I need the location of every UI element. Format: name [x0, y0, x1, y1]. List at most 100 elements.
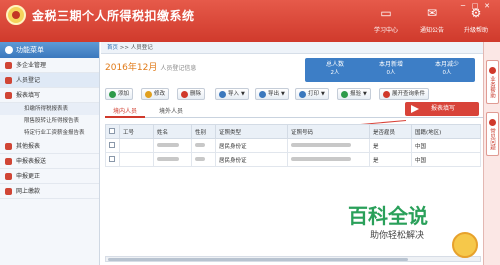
delete-button[interactable]: 删除 — [177, 88, 206, 100]
row-checkbox[interactable] — [109, 141, 115, 148]
verify-button[interactable]: 报验 ▼ — [337, 88, 371, 100]
row-select-cell[interactable] — [105, 152, 120, 167]
app-title: 金税三期个人所得税扣缴系统 — [32, 9, 195, 23]
sidebar-item-personnel[interactable]: 人员登记 — [0, 73, 99, 88]
sidebar-header: 功能菜单 — [0, 42, 99, 58]
learning-center-button[interactable]: ▭ 学习中心 — [366, 5, 406, 39]
window-controls: ─ □ ✕ — [456, 2, 496, 10]
plus-icon — [383, 91, 390, 98]
col-header[interactable]: 国籍(地区) — [411, 124, 481, 139]
select-all-cell[interactable] — [105, 124, 120, 139]
faq-tab[interactable]: 常见问题 — [486, 112, 499, 156]
expand-query-button[interactable]: 展开查询条件 — [379, 88, 430, 100]
breadcrumb-home[interactable]: 首页 — [107, 45, 118, 51]
tax-logo-icon — [6, 5, 26, 25]
mascot-icon — [452, 232, 478, 258]
sidebar-item-payment[interactable]: 网上缴款 — [0, 184, 99, 199]
import-icon — [219, 91, 226, 98]
list-icon — [5, 143, 12, 150]
person-icon — [5, 77, 12, 84]
tab-domestic[interactable]: 境内人员 — [105, 106, 145, 118]
is-employee-cell: 是 — [369, 138, 412, 153]
menu-icon — [5, 46, 13, 54]
export-button[interactable]: 导出 ▼ — [255, 88, 289, 100]
stat-decrease: 本月减少 0人 — [434, 61, 459, 76]
sidebar-item-multi-enterprise[interactable]: 多企业管理 — [0, 58, 99, 73]
stats-panel: 总人数 2人 本月新增 0人 本月减少 0人 — [305, 58, 475, 82]
toolbar: 添加 修改 删除 导入 ▼ 导出 ▼ 打印 ▼ 报验 ▼ 展开查询条件 — [105, 88, 483, 102]
maximize-button[interactable]: □ — [470, 2, 480, 10]
col-header[interactable]: 工号 — [119, 124, 154, 139]
building-icon — [5, 62, 12, 69]
chevron-down-icon: ▼ — [241, 91, 245, 97]
redacted-gender — [195, 157, 205, 161]
question-icon — [488, 118, 496, 126]
print-icon — [299, 91, 306, 98]
business-help-tab[interactable]: 业务帮助 — [486, 60, 499, 104]
chevron-down-icon: ▼ — [281, 91, 285, 97]
id-type-cell: 居民身份证 — [215, 138, 288, 153]
col-header[interactable]: 证照类型 — [215, 124, 288, 139]
payment-icon — [5, 188, 12, 195]
personnel-table: 工号 姓名 性别 证照类型 证照号码 是否雇员 国籍(地区) 居民身份证 是 中… — [105, 124, 481, 167]
sidebar-item-other-reports[interactable]: 其他报表 — [0, 139, 99, 154]
row-checkbox[interactable] — [109, 155, 115, 162]
sidebar-subitem-restricted-stock[interactable]: 限售股转让所得报告表 — [0, 115, 99, 127]
employee-id-cell — [119, 138, 154, 153]
app-header: 金税三期个人所得税扣缴系统 ▭ 学习中心 ✉ 通知公告 ⚙ 升级帮助 ─ □ ✕ — [0, 0, 500, 42]
period-title: 2016年12月 人员登记信息 — [105, 63, 197, 73]
table-row[interactable]: 居民身份证 是 中国 — [105, 138, 481, 153]
table-row[interactable]: 居民身份证 是 中国 — [105, 152, 481, 167]
sidebar-subitem-special-industry[interactable]: 特定行业工资薪金报告表 — [0, 127, 99, 139]
stat-total: 总人数 2人 — [325, 61, 344, 76]
verify-icon — [341, 91, 348, 98]
help-icon — [488, 66, 496, 74]
arrow-right-icon — [411, 105, 419, 113]
redacted-gender — [195, 143, 205, 147]
add-icon — [109, 91, 116, 98]
import-button[interactable]: 导入 ▼ — [215, 88, 249, 100]
delete-icon — [181, 91, 188, 98]
add-button[interactable]: 添加 — [105, 88, 134, 100]
chevron-down-icon: ▼ — [321, 91, 325, 97]
send-icon — [5, 158, 12, 165]
is-employee-cell: 是 — [369, 152, 412, 167]
edit-icon — [145, 91, 152, 98]
col-header[interactable]: 证照号码 — [287, 124, 370, 139]
main-content: 首页 >> 人员登记 2016年12月 人员登记信息 总人数 2人 本月新增 0人… — [101, 42, 483, 265]
minimize-button[interactable]: ─ — [458, 2, 468, 10]
breadcrumb: 首页 >> 人员登记 — [101, 42, 483, 54]
col-header[interactable]: 是否雇员 — [369, 124, 412, 139]
notice-button[interactable]: ✉ 通知公告 — [412, 5, 452, 39]
name-cell — [153, 152, 192, 167]
edit-button[interactable]: 修改 — [141, 88, 170, 100]
tab-overseas[interactable]: 境外人员 — [151, 106, 191, 118]
scrollbar-thumb[interactable] — [108, 258, 408, 261]
print-button[interactable]: 打印 ▼ — [295, 88, 329, 100]
upgrade-help-button[interactable]: ⚙ 升级帮助 — [456, 5, 496, 39]
sidebar-item-report-fill[interactable]: 报表填写 — [0, 88, 99, 103]
row-select-cell[interactable] — [105, 138, 120, 153]
close-button[interactable]: ✕ — [482, 2, 492, 10]
sidebar-item-submit[interactable]: 申报表报送 — [0, 154, 99, 169]
sidebar: 功能菜单 多企业管理 人员登记 报表填写 扣缴所得税报表表 限售股转让所得报告表… — [0, 42, 100, 265]
col-header[interactable]: 姓名 — [153, 124, 192, 139]
id-number-cell — [287, 152, 370, 167]
nationality-cell: 中国 — [411, 152, 481, 167]
sidebar-item-correction[interactable]: 申报更正 — [0, 169, 99, 184]
redacted-id-number — [291, 157, 351, 161]
id-number-cell — [287, 138, 370, 153]
col-header[interactable]: 性别 — [191, 124, 216, 139]
watermark-subtitle: 助你轻松解决 — [370, 231, 425, 241]
report-icon — [5, 92, 12, 99]
right-panel: 业务帮助 常见问题 — [483, 42, 500, 265]
sidebar-subitem-withholding[interactable]: 扣缴所得税报表表 — [0, 103, 99, 115]
report-fill-button[interactable]: 报表填写 — [405, 102, 479, 116]
select-all-checkbox[interactable] — [109, 127, 115, 134]
employee-id-cell — [119, 152, 154, 167]
redacted-id-number — [291, 143, 351, 147]
horizontal-scrollbar[interactable] — [105, 256, 481, 262]
nationality-cell: 中国 — [411, 138, 481, 153]
id-type-cell: 居民身份证 — [215, 152, 288, 167]
stat-new: 本月新增 0人 — [378, 61, 403, 76]
